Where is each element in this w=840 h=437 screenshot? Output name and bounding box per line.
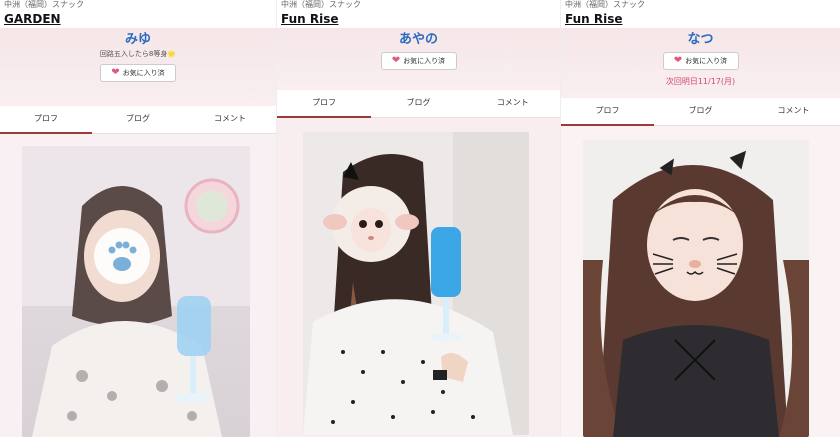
profile-photo[interactable] — [303, 132, 529, 435]
tab-profile[interactable]: プロフ — [277, 90, 372, 118]
heart-icon: ❤ — [391, 55, 401, 66]
photo-area — [561, 126, 840, 437]
next-shift: 次回明日11/17(月) — [665, 76, 736, 86]
shop-link[interactable]: GARDEN — [0, 10, 276, 28]
profile-tabs: プロフ ブログ コメント — [561, 98, 840, 126]
favorite-button[interactable]: ❤ お気に入り済 — [662, 51, 739, 70]
shop-link[interactable]: Fun Rise — [277, 10, 560, 28]
area-label: 中洲（福岡）スナック — [281, 0, 361, 9]
tab-profile[interactable]: プロフ — [0, 106, 92, 134]
heart-icon: ❤ — [673, 55, 683, 66]
profile-tabs: プロフ ブログ コメント — [277, 90, 560, 118]
profile-panel-1: 中洲（福岡）スナック GARDEN みゆ 回路五入したら8等身🌟 ❤ お気に入り… — [0, 0, 276, 437]
area-label: 中洲（福岡）スナック — [565, 0, 645, 9]
profile-photo[interactable] — [22, 146, 250, 437]
shop-link[interactable]: Fun Rise — [561, 10, 840, 28]
cast-name: あやの — [398, 32, 438, 47]
cast-name: みゆ — [124, 32, 151, 47]
favorite-button[interactable]: ❤ お気に入り済 — [380, 51, 457, 70]
favorite-label: お気に入り済 — [403, 56, 446, 65]
tab-comment[interactable]: コメント — [466, 90, 560, 117]
profile-panel-3: 中洲（福岡）スナック Fun Rise なつ ❤ お気に入り済 次回明日11/1… — [560, 0, 840, 437]
tab-profile[interactable]: プロフ — [561, 98, 654, 126]
profile-photo[interactable] — [583, 140, 809, 437]
favorite-label: お気に入り済 — [122, 68, 165, 77]
favorite-button[interactable]: ❤ お気に入り済 — [100, 63, 176, 82]
tab-blog[interactable]: ブログ — [92, 106, 184, 133]
paw-sticker-icon — [94, 228, 150, 284]
profile-tabs: プロフ ブログ コメント — [0, 106, 276, 134]
profile-header: みゆ 回路五入したら8等身🌟 ❤ お気に入り済 — [0, 28, 276, 106]
profile-panels: 中洲（福岡）スナック GARDEN みゆ 回路五入したら8等身🌟 ❤ お気に入り… — [0, 0, 840, 437]
photo-area — [277, 118, 560, 437]
favorite-label: お気に入り済 — [685, 56, 728, 65]
profile-header: なつ ❤ お気に入り済 次回明日11/17(月) — [561, 28, 840, 98]
profile-panel-2: 中洲（福岡）スナック Fun Rise あやの ❤ お気に入り済 プロフ ブログ… — [276, 0, 560, 437]
profile-header: あやの ❤ お気に入り済 — [277, 28, 560, 90]
photo-area — [0, 134, 276, 437]
tab-blog[interactable]: ブログ — [654, 98, 747, 125]
cast-name: なつ — [687, 32, 714, 47]
catch-copy: 回路五入したら8等身🌟 — [99, 50, 177, 58]
heart-icon: ❤ — [111, 67, 120, 78]
tab-comment[interactable]: コメント — [184, 106, 276, 133]
area-label: 中洲（福岡）スナック — [4, 0, 84, 9]
tab-blog[interactable]: ブログ — [371, 90, 465, 117]
tab-comment[interactable]: コメント — [747, 98, 840, 125]
